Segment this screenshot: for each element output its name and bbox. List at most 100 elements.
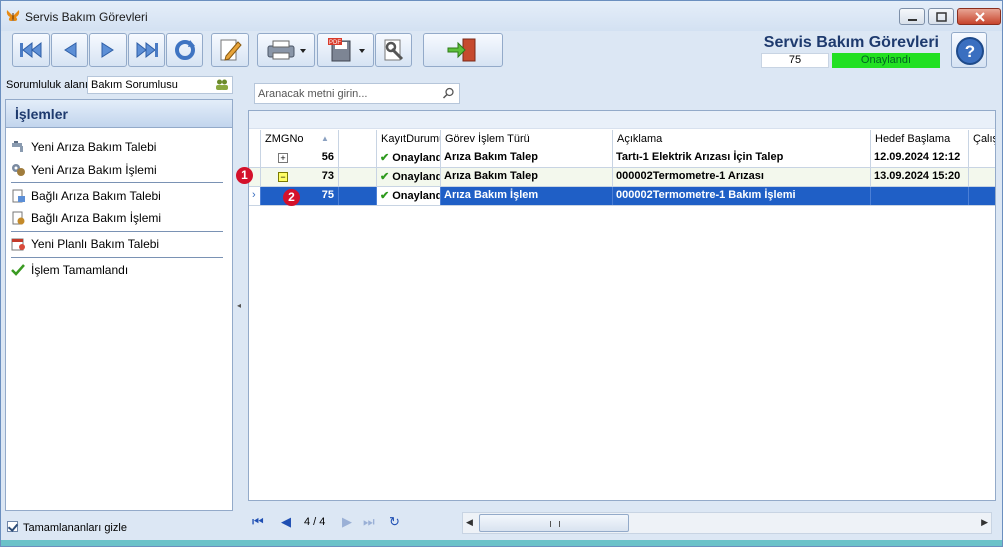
svg-text:?: ? bbox=[965, 42, 975, 61]
sidebar-item-linked-fault-operation[interactable]: Bağlı Arıza Bakım İşlemi bbox=[11, 209, 161, 227]
search-placeholder: Aranacak metni girin... bbox=[258, 88, 368, 100]
column-header-status[interactable]: KayıtDurumu bbox=[377, 130, 441, 149]
checkmark-icon: ✔ bbox=[380, 190, 390, 202]
pdf-export-button[interactable]: PDF bbox=[317, 33, 374, 67]
cell-target-start[interactable] bbox=[871, 187, 969, 205]
refresh-button[interactable] bbox=[166, 33, 203, 67]
column-header-target-start[interactable]: Hedef Başlama bbox=[871, 130, 969, 149]
pager-refresh-icon[interactable]: ↻ bbox=[389, 514, 400, 530]
sidebar-item-linked-fault-request[interactable]: Bağlı Arıza Bakım Talebi bbox=[11, 187, 161, 205]
checkmark-icon bbox=[11, 264, 25, 276]
last-record-button[interactable] bbox=[128, 33, 165, 67]
users-icon[interactable] bbox=[215, 78, 229, 92]
refresh-icon bbox=[174, 40, 195, 60]
minimize-button[interactable] bbox=[899, 8, 925, 25]
sidebar-item-new-fault-operation[interactable]: Yeni Arıza Bakım İşlemi bbox=[11, 161, 157, 179]
table-row-selected[interactable]: › 75 ✔ Onaylandı Arıza Bakım İşlem 000002… bbox=[249, 187, 995, 206]
cell-description[interactable]: 000002Termometre-1 Arızası bbox=[613, 168, 871, 186]
splitter-arrow-icon[interactable]: ◂ bbox=[237, 301, 241, 310]
cell-text: Onaylandı bbox=[392, 171, 441, 183]
responsibility-field[interactable]: Bakım Sorumlusu bbox=[87, 76, 233, 94]
table-row[interactable]: +56 ✔ Onaylandı Arıza Bakım Talep Tartı-1… bbox=[249, 149, 995, 168]
cell-blank[interactable] bbox=[339, 168, 377, 186]
row-indicator-icon: › bbox=[249, 187, 261, 205]
sidebar-item-label: Yeni Arıza Bakım Talebi bbox=[31, 140, 157, 154]
pdf-export-icon: PDF bbox=[327, 38, 365, 62]
cell-status[interactable]: ✔ Onaylandı bbox=[377, 149, 441, 167]
cell-work[interactable] bbox=[969, 149, 995, 167]
cell-type[interactable]: Arıza Bakım Talep bbox=[441, 168, 613, 186]
cell-description[interactable]: 000002Termometre-1 Bakım İşlemi bbox=[613, 187, 871, 205]
edit-icon bbox=[220, 39, 242, 61]
cell-blank[interactable] bbox=[339, 149, 377, 167]
collapse-icon[interactable]: − bbox=[278, 172, 288, 182]
settings-button[interactable] bbox=[375, 33, 412, 67]
pager-last-icon[interactable]: ⏭ bbox=[363, 514, 375, 530]
main-window: Servis Bakım Görevleri PDF Servis Bakım … bbox=[0, 0, 1003, 547]
cell-status[interactable]: ✔ Onaylandı bbox=[377, 168, 441, 186]
cell-type[interactable]: Arıza Bakım Talep bbox=[441, 149, 613, 167]
sidebar-item-label: Bağlı Arıza Bakım Talebi bbox=[31, 189, 161, 203]
next-icon bbox=[101, 42, 114, 58]
grip-icon bbox=[550, 521, 560, 527]
cell-work[interactable] bbox=[969, 187, 995, 205]
status-strip bbox=[1, 540, 1002, 546]
responsibility-value: Bakım Sorumlusu bbox=[91, 79, 178, 91]
first-record-button[interactable] bbox=[12, 33, 50, 67]
cell-status[interactable]: ✔ Onaylandı bbox=[377, 187, 441, 205]
help-button[interactable]: ? bbox=[951, 32, 987, 68]
cell-zmgno[interactable]: 75 bbox=[261, 187, 339, 205]
close-button[interactable] bbox=[957, 8, 1001, 25]
pager-first-icon[interactable]: ⏮ bbox=[252, 514, 264, 530]
sidebar-item-new-fault-request[interactable]: Yeni Arıza Bakım Talebi bbox=[11, 138, 156, 156]
scroll-right-icon[interactable]: ▶ bbox=[981, 517, 988, 528]
maximize-button[interactable] bbox=[928, 8, 954, 25]
expand-icon[interactable]: + bbox=[278, 153, 288, 163]
edit-button[interactable] bbox=[211, 33, 249, 67]
scroll-left-icon[interactable]: ◀ bbox=[466, 517, 473, 528]
sidebar-item-operation-completed[interactable]: İşlem Tamamlandı bbox=[11, 261, 128, 279]
checkbox-checked-icon[interactable] bbox=[7, 521, 18, 532]
checkmark-icon: ✔ bbox=[380, 152, 390, 164]
previous-record-button[interactable] bbox=[51, 33, 88, 67]
cell-target-start[interactable]: 12.09.2024 12:12 bbox=[871, 149, 969, 167]
next-record-button[interactable] bbox=[89, 33, 127, 67]
search-icon[interactable] bbox=[442, 87, 455, 100]
divider bbox=[11, 182, 223, 183]
title-bar: Servis Bakım Görevleri bbox=[1, 1, 1002, 31]
column-header-type[interactable]: Görev İşlem Türü bbox=[441, 130, 613, 149]
horizontal-scrollbar[interactable]: ◀ ▶ bbox=[462, 512, 992, 534]
cell-blank[interactable] bbox=[339, 187, 377, 205]
pager-next-icon[interactable]: ▶ bbox=[342, 514, 352, 530]
search-input[interactable]: Aranacak metni girin... bbox=[254, 83, 460, 104]
cell-text: Onaylandı bbox=[392, 152, 441, 164]
cell-zmgno[interactable]: +56 bbox=[261, 149, 339, 167]
cell-text: 56 bbox=[321, 151, 334, 163]
status-badge: Onaylandı bbox=[832, 53, 940, 68]
toolbar: PDF Servis Bakım Görevleri 75 Onaylandı … bbox=[1, 31, 1002, 73]
column-header-description[interactable]: Açıklama bbox=[613, 130, 871, 149]
exit-button[interactable] bbox=[423, 33, 503, 67]
column-header-work[interactable]: Çalış bbox=[969, 130, 995, 149]
column-header-zmgno[interactable]: ZMGNo ▲ bbox=[261, 130, 339, 149]
gears-icon bbox=[12, 164, 25, 176]
main-area: Aranacak metni girin... ZMGNo ▲ KayıtDuru… bbox=[236, 73, 996, 540]
table-row[interactable]: − 73 ✔ Onaylandı Arıza Bakım Talep 000002T… bbox=[249, 168, 995, 187]
annotation-badge: 1 bbox=[236, 167, 253, 184]
cell-type[interactable]: Arıza Bakım İşlem bbox=[441, 187, 613, 205]
scroll-thumb[interactable] bbox=[479, 514, 629, 532]
column-header-blank[interactable] bbox=[339, 130, 377, 149]
hide-completed-checkbox[interactable]: Tamamlananları gizle bbox=[7, 521, 127, 534]
sidebar-item-label: Yeni Planlı Bakım Talebi bbox=[31, 237, 160, 251]
faucet-icon bbox=[12, 141, 23, 152]
print-button[interactable] bbox=[257, 33, 315, 67]
first-icon bbox=[20, 41, 42, 59]
cell-work[interactable] bbox=[969, 168, 995, 186]
header-title: Servis Bakım Görevleri bbox=[763, 34, 939, 51]
cell-zmgno[interactable]: − 73 bbox=[261, 168, 339, 186]
cell-target-start[interactable]: 13.09.2024 15:20 bbox=[871, 168, 969, 186]
cell-description[interactable]: Tartı-1 Elektrik Arızası İçin Talep bbox=[613, 149, 871, 167]
operations-title: İşlemler bbox=[6, 100, 232, 128]
sidebar-item-new-planned-request[interactable]: Yeni Planlı Bakım Talebi bbox=[11, 235, 159, 253]
pager-previous-icon[interactable]: ◀ bbox=[281, 514, 291, 530]
